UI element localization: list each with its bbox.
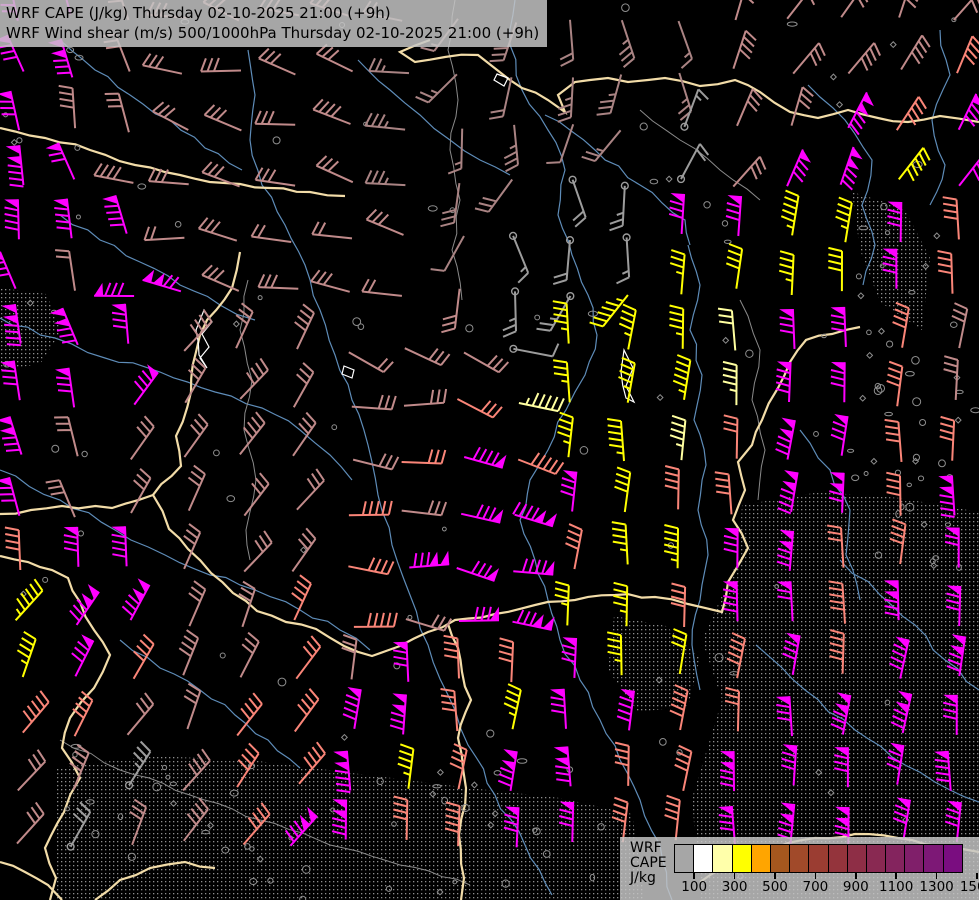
legend-swatch (828, 844, 848, 873)
legend-scale: 100 300 500 700 900 1100 1300 1500 (674, 844, 977, 896)
legend-swatch (770, 844, 790, 873)
legend-swatch (693, 844, 713, 873)
legend-swatch (885, 844, 905, 873)
legend-tick-label: 1100 (879, 879, 913, 895)
weather-map-stage: WRF CAPE (J/kg) Thursday 02-10-2025 21:0… (0, 0, 979, 900)
title-bar: WRF CAPE (J/kg) Thursday 02-10-2025 21:0… (0, 0, 547, 47)
legend-swatch (751, 844, 771, 873)
cape-legend: WRF CAPE J/kg 100 300 500 700 900 1100 1300 150… (620, 837, 979, 900)
legend-swatch (732, 844, 752, 873)
legend-swatch (904, 844, 924, 873)
title-line-shear: WRF Wind shear (m/s) 500/1000hPa Thursda… (6, 23, 539, 43)
legend-swatch (866, 844, 886, 873)
map-svg (0, 0, 979, 900)
legend-swatch (808, 844, 828, 873)
legend-tick-label: 900 (843, 879, 869, 895)
legend-swatch (847, 844, 867, 873)
legend-label-line1: WRF (630, 841, 667, 856)
legend-swatch (674, 844, 694, 873)
legend-label-line3: J/kg (630, 871, 667, 886)
legend-swatch (789, 844, 809, 873)
legend-swatch (943, 844, 963, 873)
legend-tick-label: 100 (681, 879, 707, 895)
legend-tick-label: 300 (722, 879, 748, 895)
legend-tick-label: 500 (762, 879, 788, 895)
legend-swatch-row (674, 844, 977, 873)
legend-label-line2: CAPE (630, 856, 667, 871)
title-line-cape: WRF CAPE (J/kg) Thursday 02-10-2025 21:0… (6, 3, 539, 23)
legend-swatch (712, 844, 732, 873)
legend-tick-label: 1300 (919, 879, 953, 895)
legend-tick-label: 700 (803, 879, 829, 895)
legend-label: WRF CAPE J/kg (630, 841, 667, 886)
legend-tick-label: 1500 (960, 879, 979, 895)
legend-swatch (923, 844, 943, 873)
